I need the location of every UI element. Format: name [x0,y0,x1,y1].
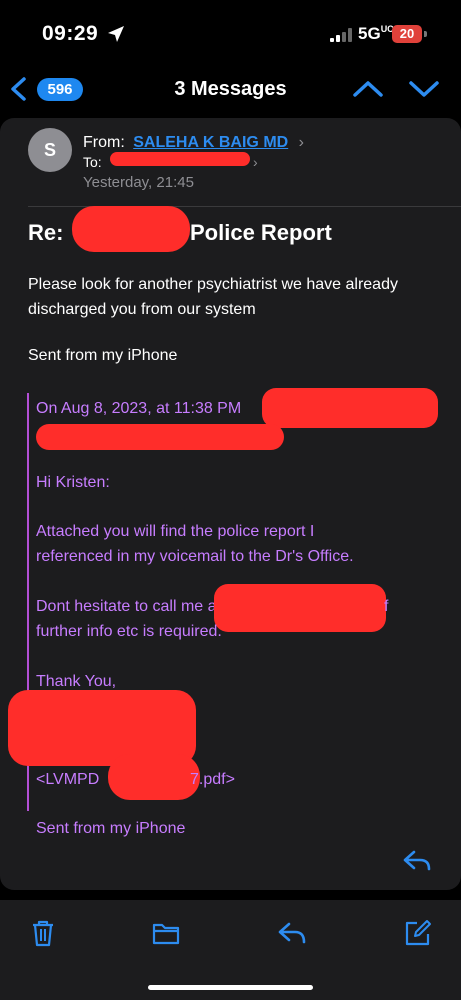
message-body: Please look for another psychiatrist we … [28,276,398,318]
signal-icon [330,28,352,42]
home-indicator[interactable] [148,985,313,990]
battery-indicator: 20 [392,25,422,43]
nav-title: 3 Messages [174,78,287,100]
quoted-header: On Aug 8, 2023, at 11:38 PM [36,400,242,417]
avatar[interactable]: S [28,128,72,172]
quoted-sent-from: Sent from my iPhone [36,820,186,837]
redaction [36,424,284,450]
quoted-para2-line1-end: f [384,598,389,615]
attachment-link-start[interactable]: <LVMPD [36,767,99,792]
redaction [110,152,250,166]
up-chevron-icon[interactable] [352,76,384,102]
from-row: From: SALEHA K BAIG MD › [83,134,304,152]
to-label: To: [83,154,102,170]
status-time: 09:29 [42,22,99,45]
quoted-para2-line2: further info etc is required. [36,623,222,640]
quoted-para2-line1: Dont hesitate to call me a [36,598,217,615]
message-card: S From: SALEHA K BAIG MD › To: › Yesterd… [0,118,461,890]
battery-nub [424,31,427,37]
subject-suffix: Police Report [190,220,332,245]
chevron-right-icon[interactable]: › [253,154,258,170]
message-date: Yesterday, 21:45 [83,174,194,191]
reply-icon[interactable] [277,918,307,948]
compose-icon[interactable] [403,918,433,948]
to-row: To: [83,154,102,170]
location-arrow-icon [108,26,124,42]
quoted-para1-line2: referenced in my voicemail to the Dr's O… [36,548,354,565]
chevron-right-icon[interactable]: › [299,134,304,151]
status-bar: 09:29 5GUC 20 [0,0,461,62]
redaction [214,584,386,632]
quoted-para1-line1: Attached you will find the police report… [36,523,315,540]
nav-bar: 596 3 Messages [0,62,461,116]
down-chevron-icon[interactable] [408,76,440,102]
from-label: From: [83,134,125,151]
quoted-greeting: Hi Kristen: [36,474,110,491]
reply-icon[interactable] [402,848,432,874]
folder-icon[interactable] [151,918,181,948]
redaction [108,754,200,800]
redaction [72,206,190,252]
network-indicator: 5GUC [358,24,394,43]
subject-prefix: Re: [28,220,64,245]
redaction [262,388,438,428]
sender-name-link[interactable]: SALEHA K BAIG MD [133,134,288,151]
attachment-link-end[interactable]: 7.pdf> [190,767,235,792]
sent-from-signature: Sent from my iPhone [28,347,178,364]
trash-icon[interactable] [28,918,58,948]
